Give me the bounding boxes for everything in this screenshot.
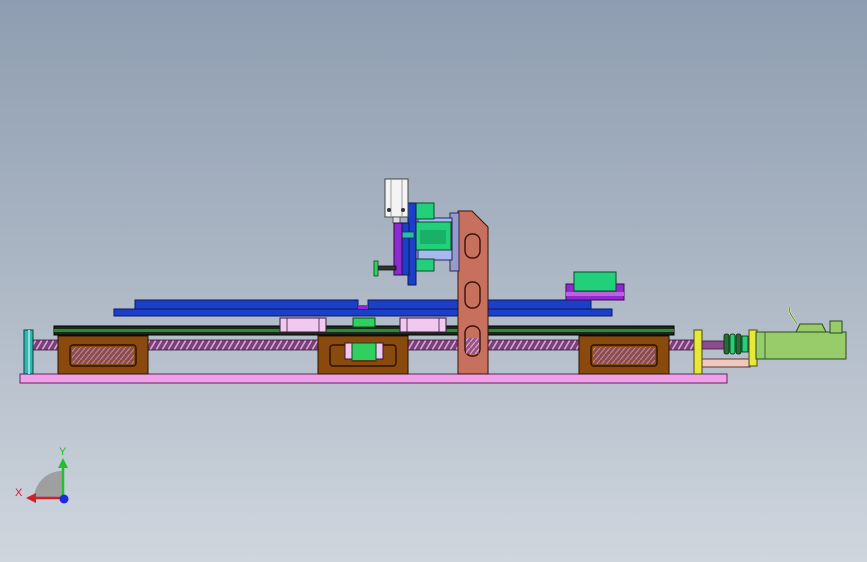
triad-arc [34,471,62,499]
triad-y-label: Y [59,446,67,458]
left-end-block-highlight [28,330,30,374]
coordinate-triad: X Y [15,446,69,504]
triad-y-arrow [58,458,68,468]
frame-block-right [578,335,670,375]
triad-x-arrow [26,493,36,503]
carriage-plate-upper-left [134,299,359,310]
pneumatic-cylinder [384,178,409,224]
gripper [373,222,403,277]
ball-nut-housing [344,342,384,362]
center-slider-green [352,317,376,328]
frame-block-left [57,335,149,375]
motor-mount-plate [701,358,751,368]
guide-slider-1 [279,317,327,333]
z-axis-module [399,202,460,286]
carriage-joint [358,305,368,309]
assembly-drawing: X Y [15,178,847,504]
guide-slider-2 [399,317,447,333]
cad-viewport[interactable]: X Y [0,0,867,562]
vertical-column [457,210,489,375]
servo-motor [748,306,847,367]
base-plate [19,373,728,384]
right-fixture [565,271,625,301]
triad-x-label: X [15,487,23,499]
coupling [701,333,749,355]
right-end-block [693,329,703,375]
carriage-plate-lower [113,308,613,317]
triad-z-axis [59,494,69,504]
